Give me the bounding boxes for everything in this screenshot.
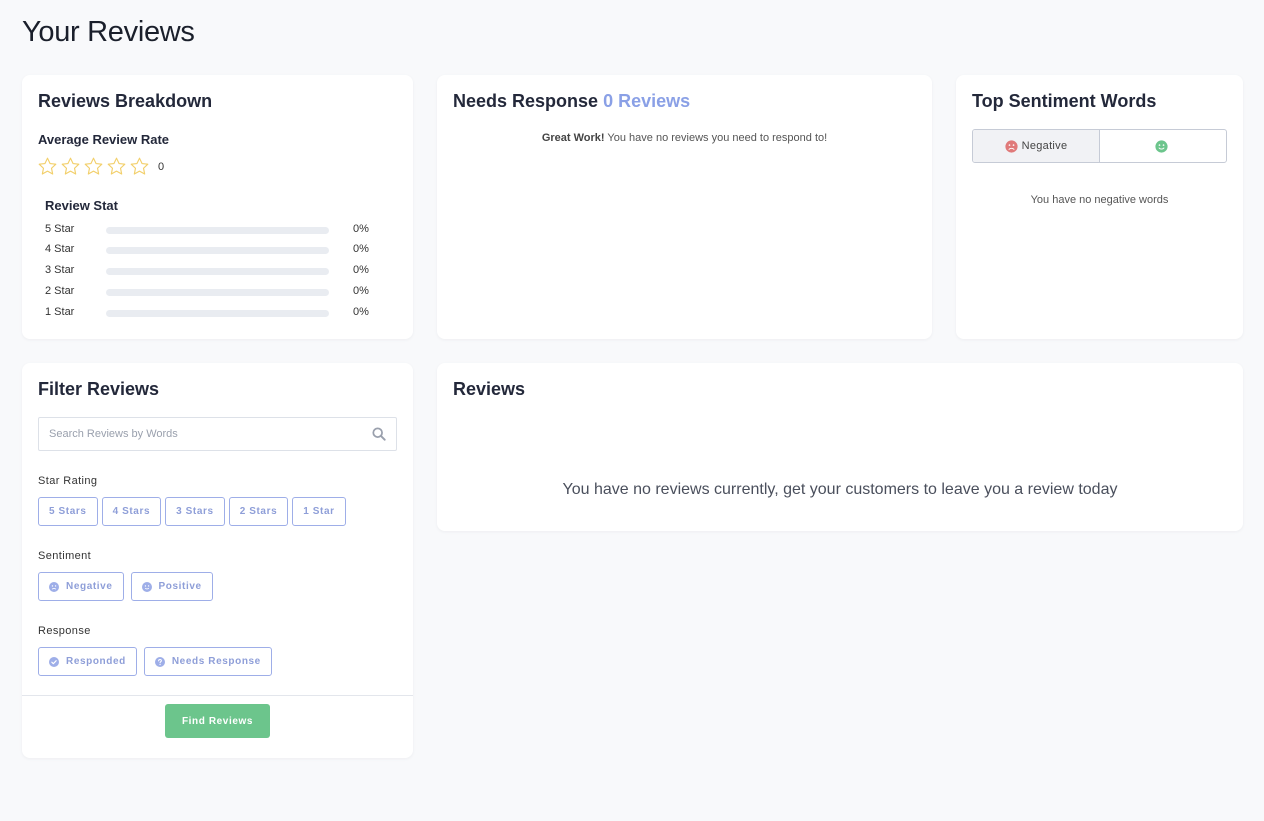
average-review-rate-label: Average Review Rate [38,132,170,147]
filter-divider [22,695,413,696]
stat-progress-bar [106,289,329,296]
sentiment-label: Sentiment [38,550,92,562]
happy-face-icon [141,581,152,592]
top-sentiment-words-card: Top Sentiment Words Negative You have no… [956,75,1243,339]
filter-needs-response-label: Needs Response [171,656,261,667]
star-rating-label: Star Rating [38,475,98,487]
tab-positive[interactable] [1100,130,1226,162]
filter-title: Filter Reviews [38,379,160,399]
tab-negative-label: Negative [1021,140,1068,152]
stat-row-2-star: 2 Star 0% [45,285,375,299]
filter-responded-label: Responded [66,656,126,667]
needs-response-count: 0 Reviews [603,91,691,111]
happy-face-icon [1154,139,1168,153]
response-options: Responded Needs Response [38,647,272,676]
check-circle-icon [49,656,59,667]
star-icon [130,157,149,175]
star-icon [38,157,57,175]
stat-row-5-star: 5 Star 0% [45,223,375,237]
stat-row-percent: 0% [353,285,369,297]
stat-row-percent: 0% [353,264,369,276]
stat-row-label: 3 Star [45,264,75,276]
filter-5-stars-button[interactable]: 5 Stars [38,497,98,526]
sad-face-icon [49,581,59,592]
sad-face-icon [1004,139,1018,153]
needs-response-message-text: You have no reviews you need to respond … [604,132,828,144]
star-icon [84,157,103,175]
average-rating-value: 0 [158,160,165,173]
search-input[interactable] [39,418,359,450]
filter-1-star-button[interactable]: 1 Star [292,497,346,526]
star-icon [61,157,80,175]
stat-progress-bar [106,310,329,317]
filter-3-stars-button[interactable]: 3 Stars [165,497,225,526]
stat-progress-bar [106,227,329,234]
find-reviews-button[interactable]: Find Reviews [165,704,270,738]
tab-negative[interactable]: Negative [973,130,1100,162]
needs-response-title: Needs Response 0 Reviews [453,91,690,112]
sentiment-title: Top Sentiment Words [972,91,1157,111]
stat-row-percent: 0% [353,243,369,255]
reviews-title: Reviews [453,379,526,399]
stat-row-label: 1 Star [45,306,75,318]
stat-row-4-star: 4 Star 0% [45,243,375,257]
stat-row-label: 2 Star [45,285,75,297]
search-box [38,417,397,451]
filter-needs-response-button[interactable]: Needs Response [143,647,272,676]
filter-negative-button[interactable]: Negative [38,572,124,601]
stat-row-1-star: 1 Star 0% [45,306,375,320]
stat-progress-bar [106,247,329,254]
star-icon [107,157,126,175]
needs-response-message-bold: Great Work! [541,132,605,144]
stat-row-label: 4 Star [45,243,75,255]
response-label: Response [38,625,91,637]
filter-2-stars-button[interactable]: 2 Stars [228,497,289,526]
search-icon[interactable] [372,427,386,441]
no-reviews-message: You have no reviews currently, get your … [562,481,1118,498]
reviews-breakdown-card: Reviews Breakdown Average Review Rate 0 … [22,75,413,339]
stat-row-percent: 0% [353,223,369,235]
filter-positive-label: Positive [158,581,202,592]
filter-positive-button[interactable]: Positive [130,572,213,601]
needs-response-message: Great Work! You have no reviews you need… [437,132,932,144]
filter-negative-label: Negative [66,581,113,592]
sentiment-options: Negative Positive [38,572,213,601]
no-sentiment-words-message: You have no negative words [1030,194,1169,206]
stat-progress-bar [106,268,329,275]
filter-reviews-card: Filter Reviews Star Rating 5 Stars 4 Sta… [22,363,413,758]
stat-row-percent: 0% [353,306,369,318]
filter-responded-button[interactable]: Responded [38,647,137,676]
stat-row-3-star: 3 Star 0% [45,264,375,278]
needs-response-title-text: Needs Response [453,91,599,111]
filter-4-stars-button[interactable]: 4 Stars [101,497,162,526]
star-rating-options: 5 Stars 4 Stars 3 Stars 2 Stars 1 Star [38,497,346,526]
reviews-card: Reviews You have no reviews currently, g… [437,363,1243,531]
stat-row-label: 5 Star [45,223,75,235]
review-stat-label: Review Stat [45,198,118,213]
breakdown-title: Reviews Breakdown [38,91,213,111]
question-circle-icon [154,656,165,667]
needs-response-card: Needs Response 0 Reviews Great Work! You… [437,75,932,339]
sentiment-toggle: Negative [972,129,1227,163]
page-title: Your Reviews [22,16,195,48]
average-stars: 0 [37,156,164,177]
